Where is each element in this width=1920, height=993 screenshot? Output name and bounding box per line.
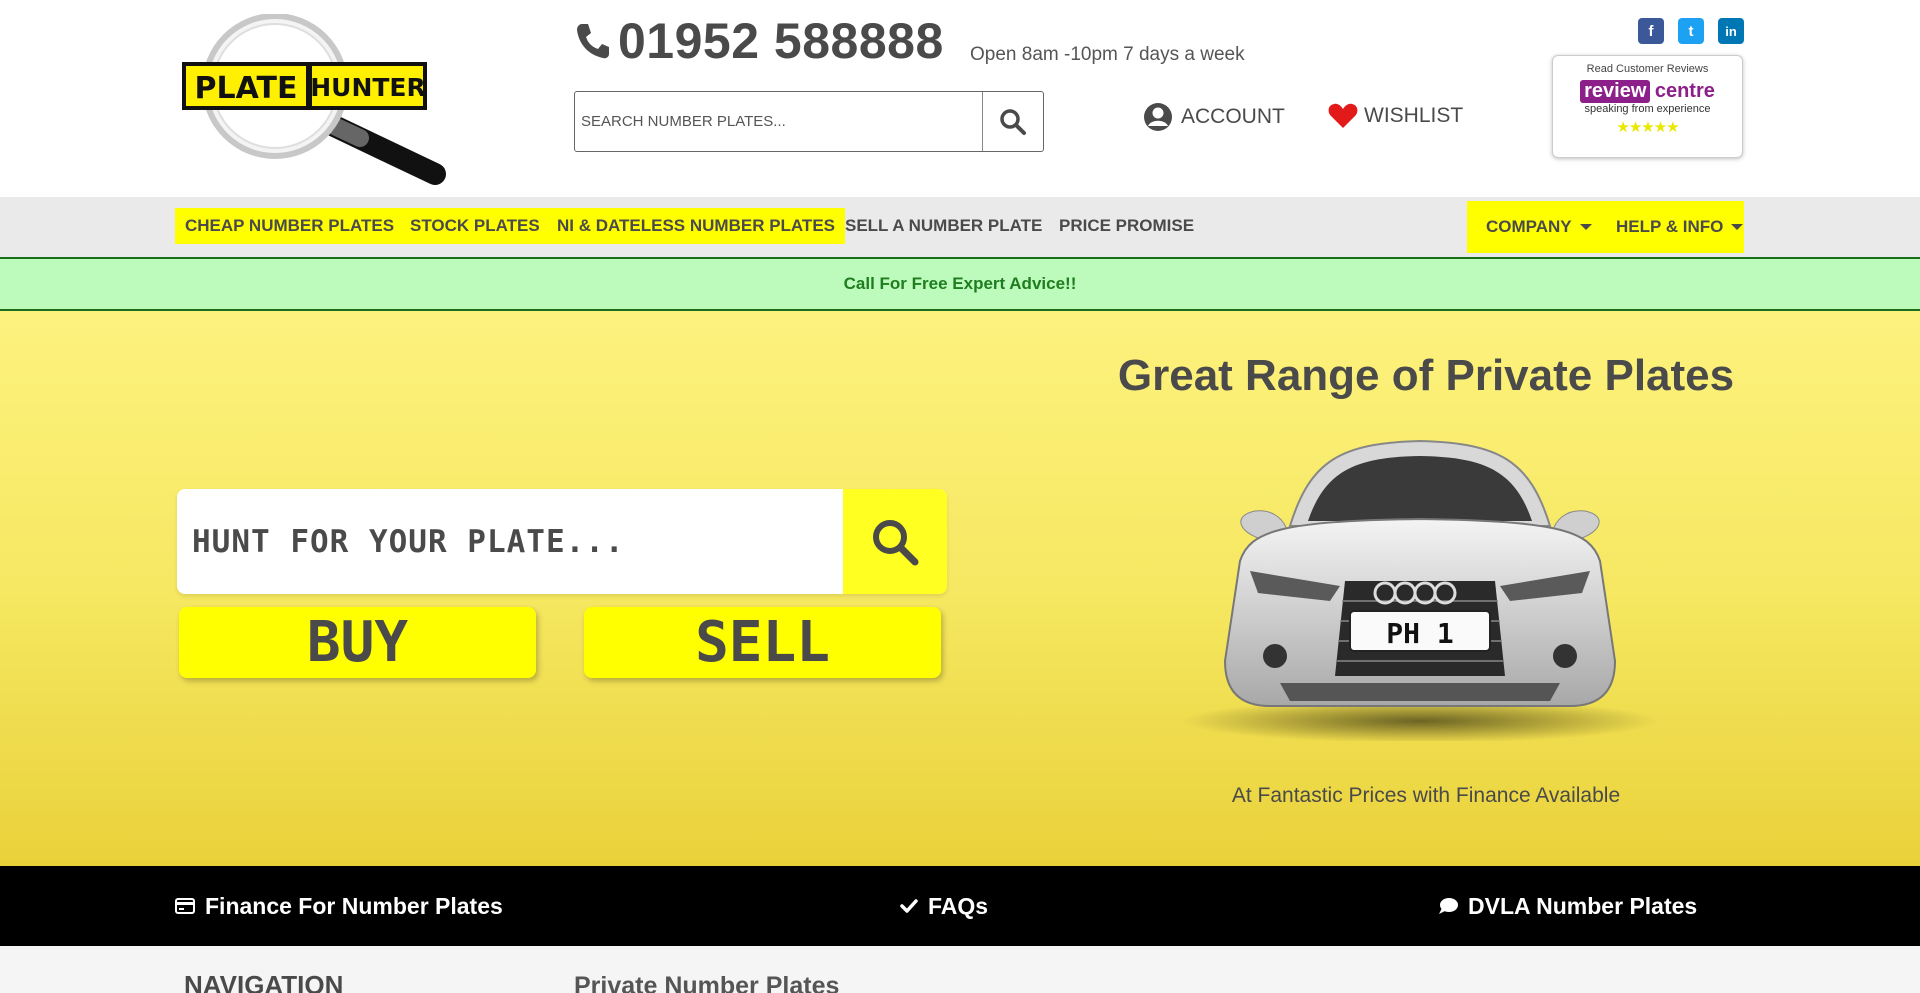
- phone-icon: [577, 24, 609, 59]
- magnifier-logo-icon: PLATE HUNTER: [182, 13, 446, 185]
- facebook-icon[interactable]: f: [1638, 18, 1664, 44]
- user-icon: [1144, 103, 1172, 131]
- nav-cheap-number-plates[interactable]: CHEAP NUMBER PLATES: [175, 208, 405, 244]
- expert-advice-banner[interactable]: Call For Free Expert Advice!!: [0, 259, 1920, 311]
- hero-subtitle: At Fantastic Prices with Finance Availab…: [1231, 784, 1621, 807]
- company-dropdown[interactable]: COMPANY: [1486, 201, 1592, 253]
- finance-link[interactable]: Finance For Number Plates: [175, 866, 503, 946]
- linkedin-icon[interactable]: in: [1718, 18, 1744, 44]
- review-centre-badge[interactable]: Read Customer Reviews review centre spea…: [1552, 55, 1743, 158]
- account-link[interactable]: ACCOUNT: [1143, 102, 1285, 132]
- review-logo-part1: review: [1580, 80, 1651, 103]
- finance-label: Finance For Number Plates: [205, 892, 503, 919]
- private-plates-heading: Private Number Plates: [574, 972, 840, 993]
- svg-text:PLATE: PLATE: [195, 71, 298, 106]
- site-header: PLATE HUNTER 01952 588888 Open 8am -10pm…: [0, 0, 1920, 197]
- hero-title: Great Range of Private Plates: [1117, 351, 1735, 400]
- hero-section: HUNT FOR YOUR PLATE... BUY SELL Great Ra…: [0, 311, 1920, 866]
- buy-button[interactable]: BUY: [179, 607, 536, 678]
- review-tagline: speaking from experience: [1584, 103, 1711, 115]
- opening-hours: Open 8am -10pm 7 days a week: [970, 44, 1245, 65]
- heart-icon: [1328, 103, 1358, 128]
- faqs-label: FAQs: [928, 892, 989, 919]
- search-icon: [873, 519, 919, 565]
- content-section: NAVIGATION Private Number Plates: [0, 946, 1920, 993]
- account-label: ACCOUNT: [1181, 105, 1285, 128]
- twitter-icon[interactable]: t: [1678, 18, 1704, 44]
- review-centre-logo: review centre: [1580, 80, 1715, 103]
- phone-number[interactable]: 01952 588888: [618, 12, 944, 70]
- search-button[interactable]: [982, 92, 1043, 151]
- help-info-label: HELP & INFO: [1616, 217, 1724, 236]
- phone-contact[interactable]: 01952 588888: [574, 12, 944, 70]
- header-search: [574, 91, 1044, 152]
- chat-bubble-icon: [1439, 898, 1458, 914]
- check-icon: [900, 899, 918, 913]
- social-links: f t in: [1638, 18, 1744, 44]
- search-input[interactable]: [575, 92, 982, 151]
- navigation-heading: NAVIGATION: [184, 970, 344, 993]
- help-info-dropdown[interactable]: HELP & INFO: [1616, 201, 1744, 253]
- svg-text:HUNTER: HUNTER: [310, 73, 426, 102]
- faqs-link[interactable]: FAQs: [900, 866, 988, 946]
- nav-stock-plates[interactable]: STOCK PLATES: [400, 208, 550, 244]
- search-icon: [1000, 108, 1026, 135]
- chevron-down-icon: [1731, 224, 1744, 230]
- main-navigation: CHEAP NUMBER PLATES STOCK PLATES NI & DA…: [0, 197, 1920, 259]
- rating-stars-icon: ★★★★★: [1616, 119, 1679, 136]
- feature-bar: Finance For Number Plates FAQs DVLA Numb…: [0, 866, 1920, 946]
- sell-button[interactable]: SELL: [584, 607, 941, 678]
- review-logo-part2: centre: [1654, 80, 1715, 102]
- company-label: COMPANY: [1486, 217, 1572, 236]
- car-image: PH 1: [1180, 439, 1660, 741]
- plate-search-button[interactable]: [843, 489, 947, 594]
- wishlist-label: WISHLIST: [1364, 103, 1464, 127]
- review-badge-heading: Read Customer Reviews: [1586, 63, 1709, 75]
- nav-ni-dateless-plates[interactable]: NI & DATELESS NUMBER PLATES: [547, 208, 845, 244]
- plate-search-box: HUNT FOR YOUR PLATE...: [177, 489, 947, 594]
- plate-hunter-logo[interactable]: PLATE HUNTER: [180, 13, 450, 189]
- plate-search-input[interactable]: HUNT FOR YOUR PLATE...: [177, 489, 843, 594]
- dvla-link[interactable]: DVLA Number Plates: [1438, 866, 1697, 946]
- nav-price-promise[interactable]: PRICE PROMISE: [1049, 208, 1204, 244]
- credit-card-icon: [175, 898, 195, 914]
- nav-sell-a-number-plate[interactable]: SELL A NUMBER PLATE: [835, 208, 1052, 244]
- dvla-label: DVLA Number Plates: [1468, 892, 1698, 919]
- car-plate-text: PH 1: [1386, 617, 1453, 650]
- wishlist-link[interactable]: WISHLIST: [1328, 102, 1463, 129]
- chevron-down-icon: [1579, 224, 1592, 230]
- nav-dropdown-group: COMPANY HELP & INFO: [1467, 201, 1744, 253]
